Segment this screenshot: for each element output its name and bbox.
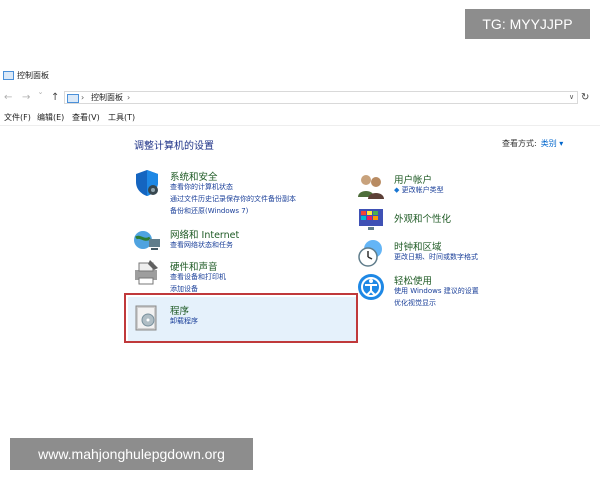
view-by-dropdown[interactable]: 类别 ▾ [541, 139, 564, 148]
appearance-monitor-icon [359, 209, 383, 230]
breadcrumb-control-panel[interactable]: 控制面板 [91, 92, 123, 103]
shield-icon [136, 170, 158, 196]
category-title[interactable]: 网络和 Internet [170, 227, 239, 241]
link-file-history[interactable]: 通过文件历史记录保存你的文件备份副本 [170, 194, 296, 205]
ease-of-access-icon [358, 274, 384, 300]
view-by-label: 查看方式: [502, 139, 537, 148]
up-arrow-icon[interactable]: ↑ [51, 91, 59, 105]
menu-view[interactable]: 查看(V) [72, 110, 100, 125]
address-bar[interactable]: › 控制面板 › ∨ [64, 91, 578, 104]
window-title-bar: 控制面板 [0, 68, 600, 84]
navigation-bar: ← → ˇ ↑ › 控制面板 › ∨ ↻ [0, 88, 600, 108]
category-title[interactable]: 硬件和声音 [170, 259, 218, 273]
watermark-telegram: TG: MYYJJPP [465, 9, 590, 39]
window-title: 控制面板 [17, 71, 49, 80]
network-globe-icon [134, 231, 160, 250]
link-change-account-type[interactable]: ◆ 更改帐户类型 [394, 185, 444, 196]
control-panel-small-icon [67, 94, 79, 103]
link-uninstall-program[interactable]: 卸载程序 [170, 316, 198, 327]
category-title[interactable]: 用户帐户 [394, 172, 432, 186]
category-title[interactable]: 轻松使用 [394, 273, 432, 287]
link-backup-restore[interactable]: 备份和还原(Windows 7) [170, 206, 248, 217]
link-optimize-visual[interactable]: 优化视觉显示 [394, 298, 436, 309]
menu-tools[interactable]: 工具(T) [108, 110, 135, 125]
breadcrumb-separator-end[interactable]: › [127, 92, 130, 103]
link-devices-printers[interactable]: 查看设备和打印机 [170, 272, 226, 283]
breadcrumb-separator: › [81, 93, 85, 102]
forward-arrow-icon[interactable]: → [22, 91, 30, 105]
category-title[interactable]: 系统和安全 [170, 169, 218, 183]
uac-shield-icon: ◆ [394, 186, 400, 194]
control-panel-icon [3, 71, 14, 80]
link-network-status[interactable]: 查看网络状态和任务 [170, 240, 233, 251]
page-title: 调整计算机的设置 [134, 141, 214, 152]
link-windows-recommended[interactable]: 使用 Windows 建议的设置 [394, 286, 479, 297]
category-title[interactable]: 外观和个性化 [394, 211, 451, 225]
menu-file[interactable]: 文件(F) [4, 110, 31, 125]
menu-bar: 文件(F) 编辑(E) 查看(V) 工具(T) [0, 110, 600, 126]
link-add-device[interactable]: 添加设备 [170, 284, 198, 295]
address-dropdown-icon[interactable]: ∨ [569, 92, 574, 103]
watermark-url: www.mahjonghulepgdown.org [10, 438, 253, 470]
users-icon [358, 175, 384, 199]
link-view-status[interactable]: 查看你的计算机状态 [170, 182, 233, 193]
menu-edit[interactable]: 编辑(E) [37, 110, 64, 125]
refresh-icon[interactable]: ↻ [581, 91, 589, 105]
programs-disc-icon [135, 305, 157, 331]
category-title[interactable]: 程序 [170, 303, 189, 317]
view-by: 查看方式: 类别 ▾ [502, 138, 563, 149]
printer-icon [135, 260, 158, 285]
history-dropdown-icon[interactable]: ˇ [38, 91, 43, 105]
link-date-time-format[interactable]: 更改日期、时间或数字格式 [394, 252, 478, 263]
back-arrow-icon[interactable]: ← [4, 91, 12, 105]
category-title[interactable]: 时钟和区域 [394, 239, 442, 253]
clock-globe-icon [358, 240, 382, 267]
